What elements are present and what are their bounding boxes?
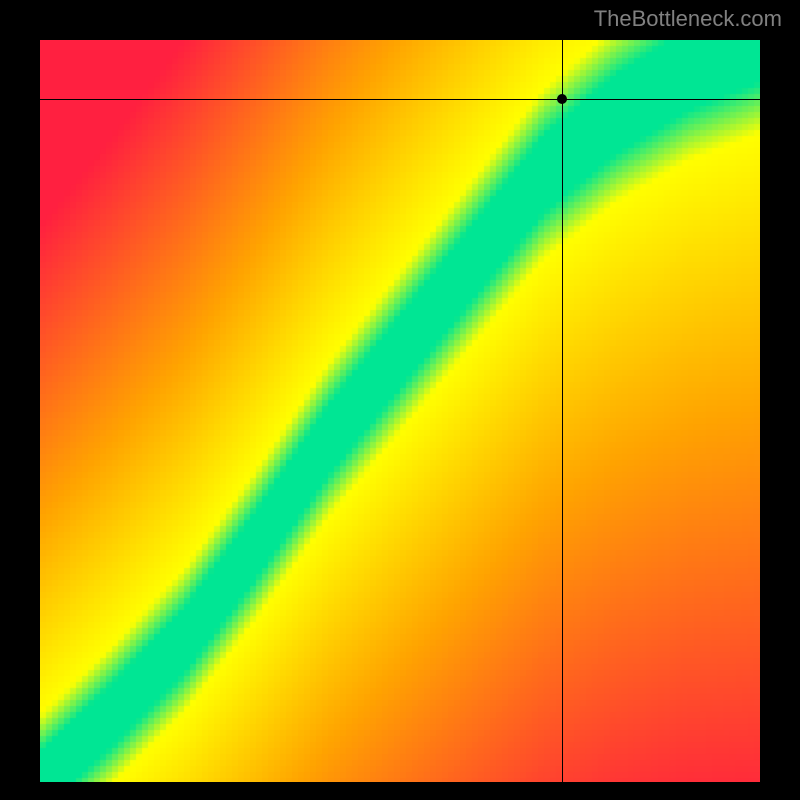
crosshair-horizontal <box>40 99 760 100</box>
heatmap-plot <box>40 40 760 782</box>
heatmap-canvas <box>40 40 760 782</box>
crosshair-vertical <box>562 40 563 782</box>
data-point-marker <box>557 94 567 104</box>
watermark-text: TheBottleneck.com <box>594 6 782 32</box>
chart-container: TheBottleneck.com <box>0 0 800 800</box>
